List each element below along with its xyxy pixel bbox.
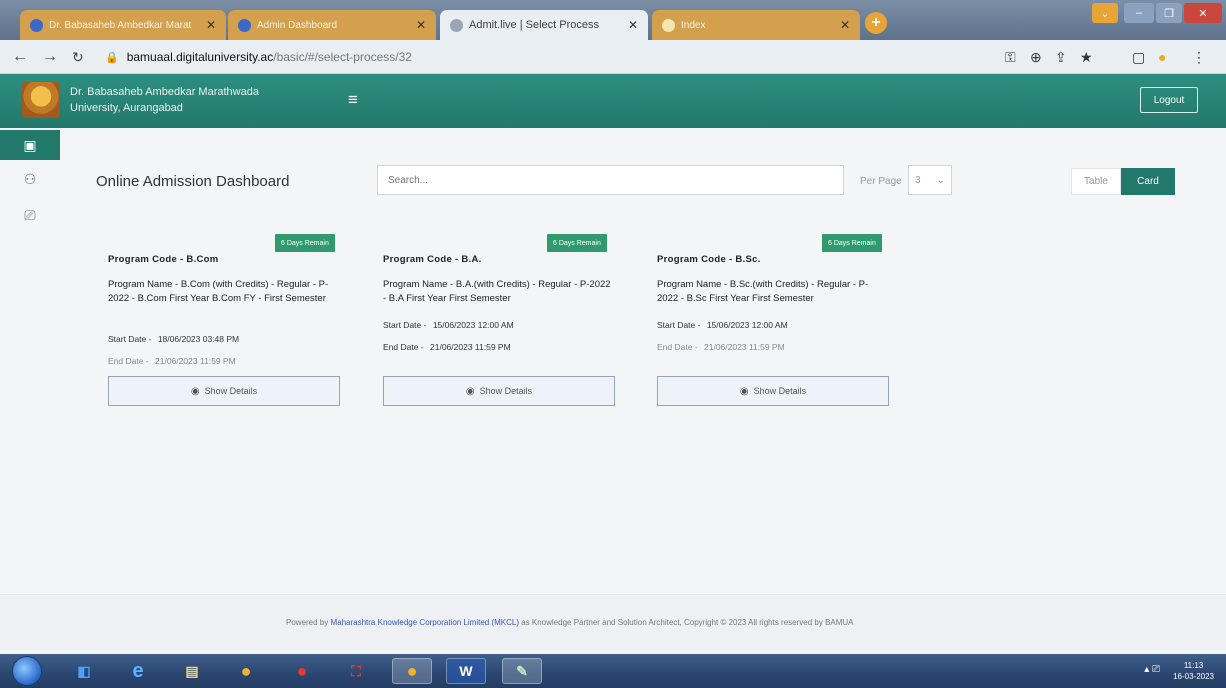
browser-tab-university[interactable]: Dr. Babasaheb Ambedkar Marat ✕ <box>20 10 226 40</box>
search-input[interactable] <box>377 165 844 195</box>
taskbar-chrome-open-icon[interactable]: ● <box>392 658 432 684</box>
program-card: 6 Days Remain Program Code - B.A. Progra… <box>383 226 623 412</box>
sidebar-item-users[interactable]: ⚇ <box>0 164 60 194</box>
sidebar-item-display[interactable]: ⎚ <box>0 200 60 230</box>
footer: Powered by Maharashtra Knowledge Corpora… <box>0 594 1226 650</box>
taskbar-ie-icon[interactable]: e <box>118 658 158 684</box>
start-date: Start Date - 15/06/2023 12:00 AM <box>657 320 788 330</box>
taskbar: ◧ e ▤ ● ● ⛶ ● W ✎ ▴ ⎚ 11:13 16-03-2023 <box>0 654 1226 688</box>
taskbar-word-icon[interactable]: W <box>446 658 486 684</box>
maximize-button[interactable]: ❐ <box>1156 3 1182 23</box>
days-remain-badge: 6 Days Remain <box>547 234 607 252</box>
start-date: Start Date - 15/06/2023 12:00 AM <box>383 320 514 330</box>
key-icon[interactable]: ⚿ <box>1005 49 1016 66</box>
days-remain-badge: 6 Days Remain <box>822 234 882 252</box>
end-date: End Date - 21/06/2023 11:59 PM <box>383 342 511 352</box>
users-icon: ⚇ <box>23 170 37 187</box>
sidepanel-icon[interactable]: ▢ <box>1132 49 1145 66</box>
tab-favicon-icon <box>238 18 251 32</box>
hamburger-menu-icon[interactable]: ≡ <box>348 90 358 110</box>
per-page-select[interactable]: 3 ⌄ <box>908 165 952 195</box>
eye-icon: ◉ <box>465 385 475 397</box>
lock-icon: 🔒 <box>105 51 119 64</box>
page-title: Online Admission Dashboard <box>96 173 290 190</box>
taskbar-folder-icon[interactable]: ▤ <box>172 658 212 684</box>
system-clock[interactable]: 11:13 16-03-2023 <box>1173 660 1214 682</box>
footer-text: Powered by Maharashtra Knowledge Corpora… <box>286 618 854 627</box>
browser-tab-admin-dashboard[interactable]: Admin Dashboard ✕ <box>228 10 436 40</box>
show-details-button[interactable]: ◉ Show Details <box>108 376 340 406</box>
university-logo <box>22 82 60 118</box>
program-name: Program Name - B.A.(with Credits) - Regu… <box>383 279 611 304</box>
taskbar-opera-icon[interactable]: ● <box>282 658 322 684</box>
tab-favicon-icon <box>30 18 43 32</box>
program-code: Program Code - B.A. <box>383 254 482 265</box>
browser-toolbar: ← → ↻ 🔒 bamuaal.digitaluniversity.ac /ba… <box>0 40 1226 74</box>
close-icon[interactable]: ✕ <box>840 18 850 32</box>
card-view-button[interactable]: Card <box>1121 168 1175 195</box>
window-close-button[interactable]: ✕ <box>1184 3 1222 23</box>
program-code: Program Code - B.Sc. <box>657 254 761 265</box>
reload-icon[interactable]: ↻ <box>72 49 84 66</box>
app-header: Dr. Babasaheb Ambedkar Marathwada Univer… <box>0 74 1226 128</box>
mkcl-link[interactable]: Maharashtra Knowledge Corporation Limite… <box>330 618 519 627</box>
back-arrow-icon[interactable]: ← <box>12 48 28 66</box>
chevron-down-icon: ⌄ <box>936 174 945 186</box>
monitor-icon: ⎚ <box>24 206 36 223</box>
star-icon[interactable]: ★ <box>1080 49 1093 66</box>
taskbar-pdf-icon[interactable]: ⛶ <box>336 658 376 684</box>
browser-tab-select-process[interactable]: Admit.live | Select Process ✕ <box>440 10 648 40</box>
start-date: Start Date - 18/06/2023 03:48 PM <box>108 334 240 344</box>
eye-icon: ◉ <box>739 385 749 397</box>
browser-tab-index[interactable]: Index ✕ <box>652 10 860 40</box>
per-page-label: Per Page <box>860 176 902 187</box>
close-icon[interactable]: ✕ <box>416 18 426 32</box>
program-code: Program Code - B.Com <box>108 254 219 265</box>
tab-search-button[interactable]: ⌄ <box>1092 3 1118 23</box>
end-date: End Date - 21/06/2023 11:59 PM <box>108 356 236 366</box>
new-tab-button[interactable]: + <box>865 12 887 34</box>
program-card: 6 Days Remain Program Code - B.Sc. Progr… <box>657 226 897 412</box>
tab-favicon-icon <box>450 18 463 32</box>
system-tray-icon[interactable]: ▴ ⎚ <box>1144 664 1160 675</box>
url-host: bamuaal.digitaluniversity.ac <box>126 50 274 64</box>
share-icon[interactable]: ⇪ <box>1055 49 1067 66</box>
eye-icon: ◉ <box>190 385 200 397</box>
table-view-button[interactable]: Table <box>1071 168 1121 195</box>
show-details-button[interactable]: ◉ Show Details <box>383 376 615 406</box>
zoom-icon[interactable]: ⊕ <box>1030 49 1042 66</box>
close-icon[interactable]: ✕ <box>206 18 216 32</box>
briefcase-icon: ▣ <box>23 136 37 153</box>
taskbar-chrome-icon[interactable]: ● <box>226 658 266 684</box>
profile-avatar-icon[interactable]: ● <box>1158 49 1166 65</box>
sidebar-item-admissions[interactable]: ▣ <box>0 130 60 160</box>
kebab-menu-icon[interactable]: ⋮ <box>1192 49 1206 66</box>
tab-favicon-icon <box>662 18 675 32</box>
browser-tabstrip: Dr. Babasaheb Ambedkar Marat ✕ Admin Das… <box>0 0 1226 40</box>
logout-button[interactable]: Logout <box>1140 87 1198 113</box>
start-button[interactable] <box>12 656 42 686</box>
minimize-button[interactable]: – <box>1124 3 1154 23</box>
taskbar-app-icon[interactable]: ✎ <box>502 658 542 684</box>
program-name: Program Name - B.Com (with Credits) - Re… <box>108 279 329 304</box>
program-card: 6 Days Remain Program Code - B.Com Progr… <box>108 226 348 412</box>
days-remain-badge: 6 Days Remain <box>275 234 335 252</box>
end-date: End Date - 21/06/2023 11:59 PM <box>657 342 785 352</box>
show-details-button[interactable]: ◉ Show Details <box>657 376 889 406</box>
close-icon[interactable]: ✕ <box>628 18 638 32</box>
forward-arrow-icon[interactable]: → <box>42 48 58 66</box>
university-name: Dr. Babasaheb Ambedkar Marathwada Univer… <box>70 86 259 114</box>
program-name: Program Name - B.Sc.(with Credits) - Reg… <box>657 279 869 304</box>
url-path: /basic/#/select-process/32 <box>273 50 412 64</box>
taskbar-explorer-icon[interactable]: ◧ <box>64 658 104 684</box>
address-bar[interactable]: 🔒 bamuaal.digitaluniversity.ac /basic/#/… <box>105 46 985 68</box>
